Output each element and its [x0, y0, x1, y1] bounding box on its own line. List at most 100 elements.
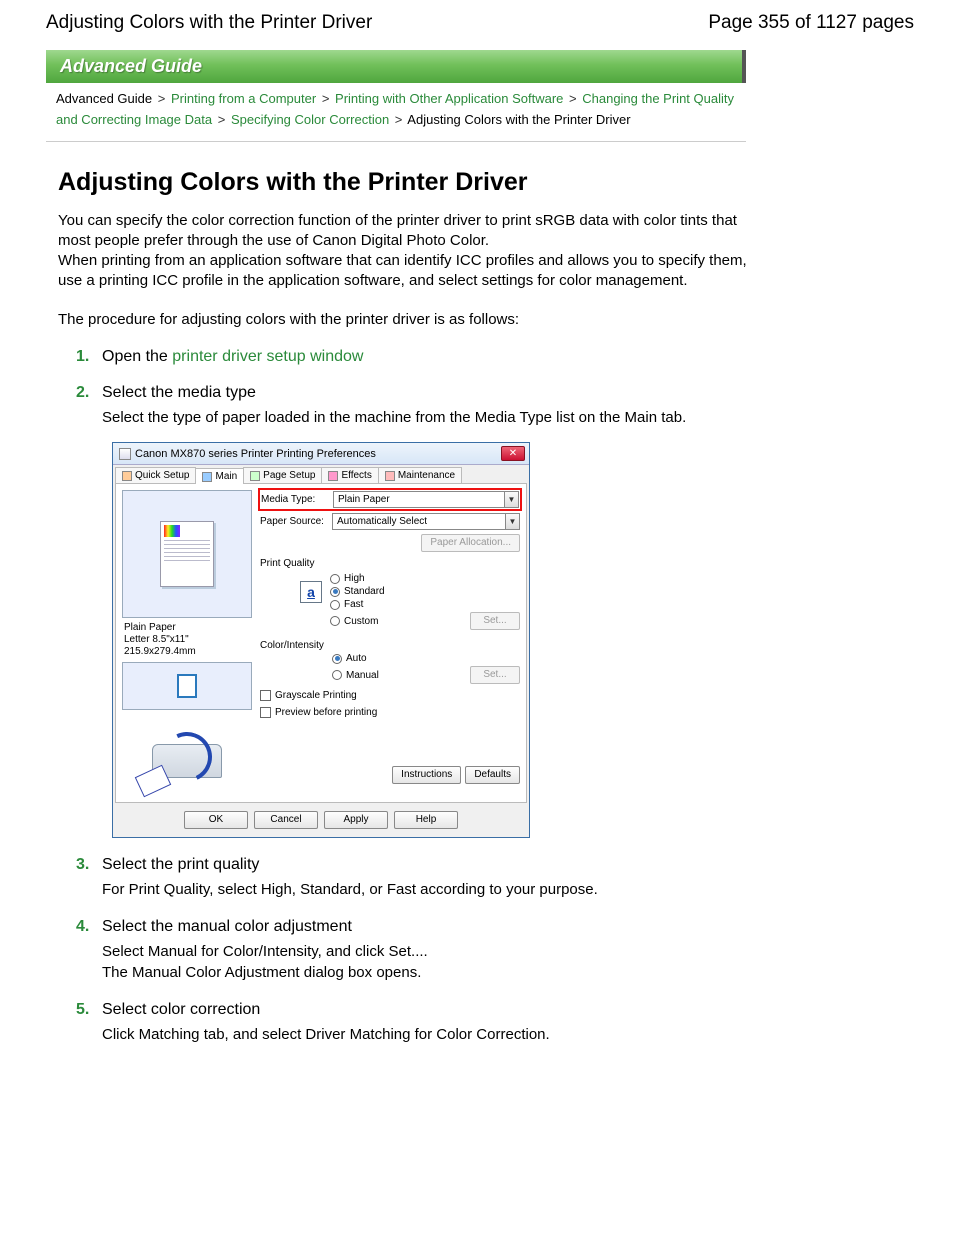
printer-driver-setup-link[interactable]: printer driver setup window: [172, 348, 363, 365]
radio-label: Auto: [346, 653, 367, 664]
defaults-button[interactable]: Defaults: [465, 766, 520, 784]
radio-label: Manual: [346, 670, 379, 681]
pq-custom-radio[interactable]: Custom Set...: [330, 612, 520, 630]
caption-size: Letter 8.5"x11" 215.9x279.4mm: [124, 634, 196, 657]
cancel-button[interactable]: Cancel: [254, 811, 318, 829]
step: 2. Select the media type Select the type…: [76, 384, 908, 838]
step: 1. Open the printer driver setup window: [76, 348, 908, 366]
checkbox-icon: [260, 690, 271, 701]
step-number: 1.: [76, 348, 94, 366]
step: 3. Select the print quality For Print Qu…: [76, 856, 908, 900]
breadcrumb-item[interactable]: Printing with Other Application Software: [335, 91, 563, 106]
page-indicator: Page 355 of 1127 pages: [708, 12, 914, 34]
paper-source-value: Automatically Select: [337, 516, 427, 527]
radio-icon: [330, 587, 340, 597]
pq-fast-radio[interactable]: Fast: [330, 599, 520, 610]
step-title: Select the media type: [102, 384, 256, 402]
close-button[interactable]: ✕: [501, 446, 525, 461]
tab-label: Effects: [341, 470, 371, 481]
paper-allocation-button[interactable]: Paper Allocation...: [421, 534, 520, 552]
checkbox-label: Preview before printing: [275, 707, 377, 718]
paper-source-label: Paper Source:: [260, 516, 332, 527]
media-type-row: Media Type: Plain Paper ▼: [260, 490, 520, 509]
tab-maintenance[interactable]: Maintenance: [378, 467, 462, 483]
tab-label: Quick Setup: [135, 470, 189, 481]
step-number: 4.: [76, 918, 94, 936]
checkbox-icon: [260, 707, 271, 718]
ci-auto-radio[interactable]: Auto: [332, 653, 520, 664]
article-title: Adjusting Colors with the Printer Driver: [58, 168, 908, 197]
content-area: Advanced Guide Advanced Guide > Printing…: [0, 50, 954, 1093]
breadcrumb-item[interactable]: Specifying Color Correction: [231, 112, 389, 127]
paper-source-row: Paper Source: Automatically Select ▼: [260, 513, 520, 530]
intro-paragraph: The procedure for adjusting colors with …: [58, 310, 748, 330]
media-type-label: Media Type:: [261, 494, 333, 505]
page-title: Adjusting Colors with the Printer Driver: [46, 12, 372, 34]
intro-paragraph: You can specify the color correction fun…: [58, 211, 748, 292]
radio-icon: [332, 654, 342, 664]
radio-label: High: [344, 573, 365, 584]
breadcrumb-sep: >: [393, 112, 405, 127]
preview-media-caption: Plain Paper Letter 8.5"x11" 215.9x279.4m…: [124, 622, 254, 658]
pq-high-radio[interactable]: High: [330, 573, 520, 584]
tab-page-setup[interactable]: Page Setup: [243, 467, 322, 483]
tab-effects[interactable]: Effects: [321, 467, 378, 483]
caption-media: Plain Paper: [124, 622, 176, 633]
pq-standard-radio[interactable]: Standard: [330, 586, 520, 597]
paper-source-select[interactable]: Automatically Select ▼: [332, 513, 520, 530]
main-icon: [202, 472, 212, 482]
intro-text: You can specify the color correction fun…: [58, 212, 737, 249]
step: 5. Select color correction Click Matchin…: [76, 1001, 908, 1045]
settings-column: Media Type: Plain Paper ▼ Paper Source: …: [260, 490, 520, 796]
breadcrumb-sep: >: [320, 91, 332, 106]
pq-set-button[interactable]: Set...: [470, 612, 520, 630]
radio-label: Standard: [344, 586, 385, 597]
radio-label: Fast: [344, 599, 363, 610]
printer-diagram: [122, 714, 252, 810]
preview-column: Plain Paper Letter 8.5"x11" 215.9x279.4m…: [122, 490, 254, 796]
printing-preferences-dialog: Canon MX870 series Printer Printing Pref…: [112, 442, 530, 838]
color-intensity-label: Color/Intensity: [260, 640, 520, 651]
media-type-select[interactable]: Plain Paper ▼: [333, 491, 519, 508]
step-title-prefix: Open the: [102, 348, 172, 365]
breadcrumb-item[interactable]: Printing from a Computer: [171, 91, 316, 106]
page-header: Adjusting Colors with the Printer Driver…: [0, 0, 954, 42]
breadcrumb-item[interactable]: Advanced Guide: [56, 91, 152, 106]
step-title: Select color correction: [102, 1001, 260, 1019]
breadcrumb: Advanced Guide > Printing from a Compute…: [46, 83, 746, 142]
paper-icon: [177, 674, 197, 698]
step-body: Select the type of paper loaded in the m…: [102, 408, 742, 428]
chevron-down-icon: ▼: [504, 492, 518, 507]
preview-checkbox[interactable]: Preview before printing: [260, 707, 520, 718]
breadcrumb-sep: >: [216, 112, 228, 127]
tab-main-panel: Plain Paper Letter 8.5"x11" 215.9x279.4m…: [115, 483, 527, 803]
media-type-value: Plain Paper: [338, 494, 390, 505]
ci-set-button[interactable]: Set...: [470, 666, 520, 684]
paper-thumb: [122, 662, 252, 710]
radio-icon: [332, 670, 342, 680]
radio-icon: [330, 600, 340, 610]
step-body: Click Matching tab, and select Driver Ma…: [102, 1025, 742, 1045]
dialog-title: Canon MX870 series Printer Printing Pref…: [135, 448, 376, 460]
ci-manual-radio[interactable]: Manual Set...: [332, 666, 520, 684]
step-number: 2.: [76, 384, 94, 402]
apply-button[interactable]: Apply: [324, 811, 388, 829]
step-title: Select the print quality: [102, 856, 259, 874]
radio-label: Custom: [344, 616, 378, 627]
tab-quick-setup[interactable]: Quick Setup: [115, 467, 196, 483]
quick-setup-icon: [122, 471, 132, 481]
maintenance-icon: [385, 471, 395, 481]
instructions-button[interactable]: Instructions: [392, 766, 461, 784]
color-swatch-icon: [164, 525, 180, 537]
tab-main[interactable]: Main: [195, 468, 244, 484]
print-quality-label: Print Quality: [260, 558, 520, 569]
effects-icon: [328, 471, 338, 481]
ok-button[interactable]: OK: [184, 811, 248, 829]
radio-icon: [330, 616, 340, 626]
page-preview: [122, 490, 252, 618]
help-button[interactable]: Help: [394, 811, 458, 829]
chevron-down-icon: ▼: [505, 514, 519, 529]
step-title: Open the printer driver setup window: [102, 348, 363, 366]
banner-title: Advanced Guide: [60, 56, 202, 76]
grayscale-checkbox[interactable]: Grayscale Printing: [260, 690, 520, 701]
